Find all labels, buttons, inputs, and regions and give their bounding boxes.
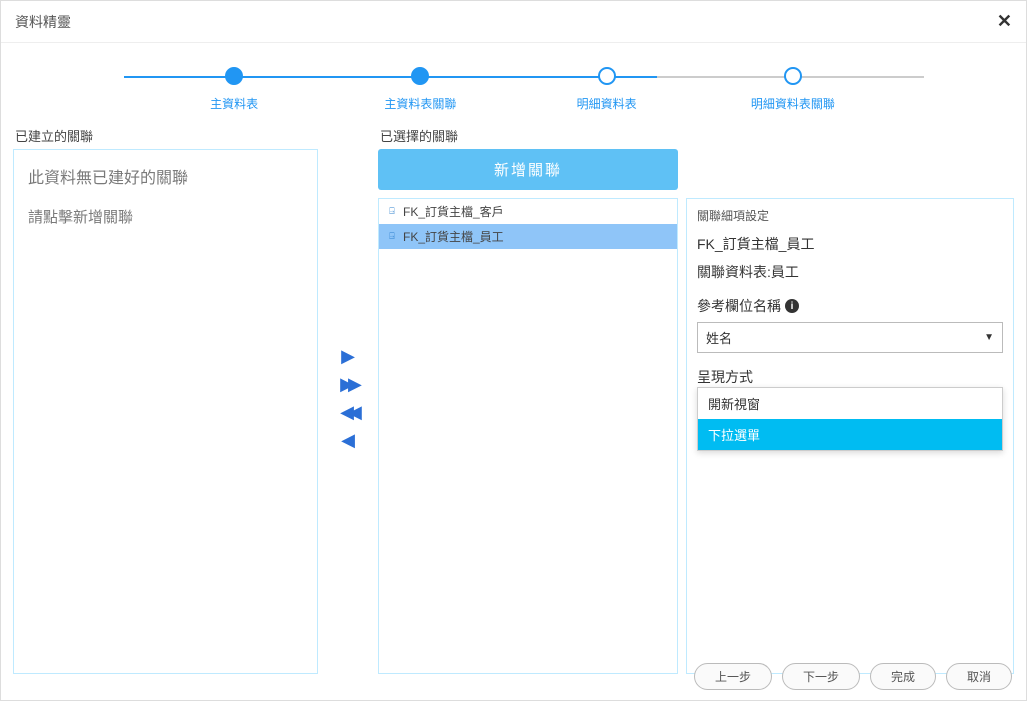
right-split: ⍈ FK_訂貨主檔_客戶 ⍈ FK_訂貨主檔_員工 關聯細項設定 FK_訂貨主檔… xyxy=(378,198,1014,674)
step-circle-icon xyxy=(598,67,616,85)
info-icon[interactable]: i xyxy=(785,299,799,313)
left-column: 已建立的關聯 此資料無已建好的關聯 請點擊新增關聯 xyxy=(13,122,318,674)
list-item[interactable]: ⍈ FK_訂貨主檔_客戶 xyxy=(379,199,677,224)
step-label: 主資料表 xyxy=(141,95,327,112)
step-circle-icon xyxy=(784,67,802,85)
relation-detail-panel: 關聯細項設定 FK_訂貨主檔_員工 關聯資料表:員工 參考欄位名稱 i 姓名 ▼ xyxy=(686,198,1014,674)
selected-relations-list: ⍈ FK_訂貨主檔_客戶 ⍈ FK_訂貨主檔_員工 xyxy=(378,198,678,674)
list-item[interactable]: ⍈ FK_訂貨主檔_員工 xyxy=(379,224,677,249)
right-inner: 新增關聯 ⍈ FK_訂貨主檔_客戶 ⍈ FK_訂貨主檔_員工 xyxy=(378,149,1014,674)
empty-line2: 請點擊新增關聯 xyxy=(28,206,303,227)
move-all-left-icon[interactable]: ◀◀ xyxy=(340,403,356,421)
fk-icon: ⍈ xyxy=(385,231,399,243)
wizard-dialog: 資料精靈 ✕ 主資料表 主資料表關聯 明細資料表 明細資料表關聯 已建立的關聯 xyxy=(0,0,1027,701)
prev-button[interactable]: 上一步 xyxy=(694,663,772,690)
dropdown-option-new-window[interactable]: 開新視窗 xyxy=(698,388,1002,419)
finish-button[interactable]: 完成 xyxy=(870,663,936,690)
add-relation-button[interactable]: 新增關聯 xyxy=(378,149,678,190)
transfer-controls: ▶ ▶▶ ◀◀ ◀ xyxy=(328,122,368,674)
dropdown-option-dropdown[interactable]: 下拉選單 xyxy=(698,419,1002,450)
move-all-right-icon[interactable]: ▶▶ xyxy=(340,375,356,393)
step-label: 明細資料表 xyxy=(514,95,700,112)
empty-line1: 此資料無已建好的關聯 xyxy=(28,164,303,188)
chevron-down-icon: ▼ xyxy=(984,332,994,343)
step-label: 明細資料表關聯 xyxy=(700,95,886,112)
move-right-icon[interactable]: ▶ xyxy=(341,347,355,365)
display-mode-label-text: 呈現方式 xyxy=(697,367,753,387)
existing-relations-panel: 此資料無已建好的關聯 請點擊新增關聯 xyxy=(13,149,318,674)
dialog-footer: 上一步 下一步 完成 取消 xyxy=(694,663,1012,690)
empty-state: 此資料無已建好的關聯 請點擊新增關聯 xyxy=(14,150,317,241)
dialog-body: 已建立的關聯 此資料無已建好的關聯 請點擊新增關聯 ▶ ▶▶ ◀◀ ◀ 已選擇的… xyxy=(1,122,1026,674)
ref-field-value: 姓名 xyxy=(706,328,732,347)
detail-related-table: 關聯資料表:員工 xyxy=(697,262,1003,282)
detail-fk-name: FK_訂貨主檔_員工 xyxy=(697,234,1003,254)
right-header: 已選擇的關聯 xyxy=(378,122,1014,149)
ref-field-label: 參考欄位名稱 i xyxy=(697,296,1003,316)
next-button[interactable]: 下一步 xyxy=(782,663,860,690)
ref-field-label-text: 參考欄位名稱 xyxy=(697,296,781,316)
left-header: 已建立的關聯 xyxy=(13,122,318,149)
stepper: 主資料表 主資料表關聯 明細資料表 明細資料表關聯 xyxy=(1,43,1026,122)
dialog-title: 資料精靈 xyxy=(15,12,71,32)
display-mode-dropdown: 開新視窗 下拉選單 xyxy=(697,387,1003,451)
step-label: 主資料表關聯 xyxy=(327,95,513,112)
step-circle-icon xyxy=(225,67,243,85)
step-main-table[interactable]: 主資料表 xyxy=(141,67,327,112)
move-left-icon[interactable]: ◀ xyxy=(341,431,355,449)
detail-panel-title: 關聯細項設定 xyxy=(697,207,1003,224)
fk-icon: ⍈ xyxy=(385,206,399,218)
close-icon[interactable]: ✕ xyxy=(997,11,1012,32)
display-mode-label: 呈現方式 xyxy=(697,367,1003,387)
step-circle-icon xyxy=(411,67,429,85)
add-button-wrap: 新增關聯 xyxy=(378,149,1014,198)
step-detail-table[interactable]: 明細資料表 xyxy=(514,67,700,112)
step-detail-relation[interactable]: 明細資料表關聯 xyxy=(700,67,886,112)
ref-field-select[interactable]: 姓名 ▼ xyxy=(697,322,1003,353)
list-item-label: FK_訂貨主檔_客戶 xyxy=(403,203,504,220)
list-item-label: FK_訂貨主檔_員工 xyxy=(403,228,504,245)
cancel-button[interactable]: 取消 xyxy=(946,663,1012,690)
titlebar: 資料精靈 ✕ xyxy=(1,1,1026,43)
right-column: 已選擇的關聯 新增關聯 ⍈ FK_訂貨主檔_客戶 ⍈ FK_訂貨主檔_員工 xyxy=(378,122,1014,674)
step-main-relation[interactable]: 主資料表關聯 xyxy=(327,67,513,112)
